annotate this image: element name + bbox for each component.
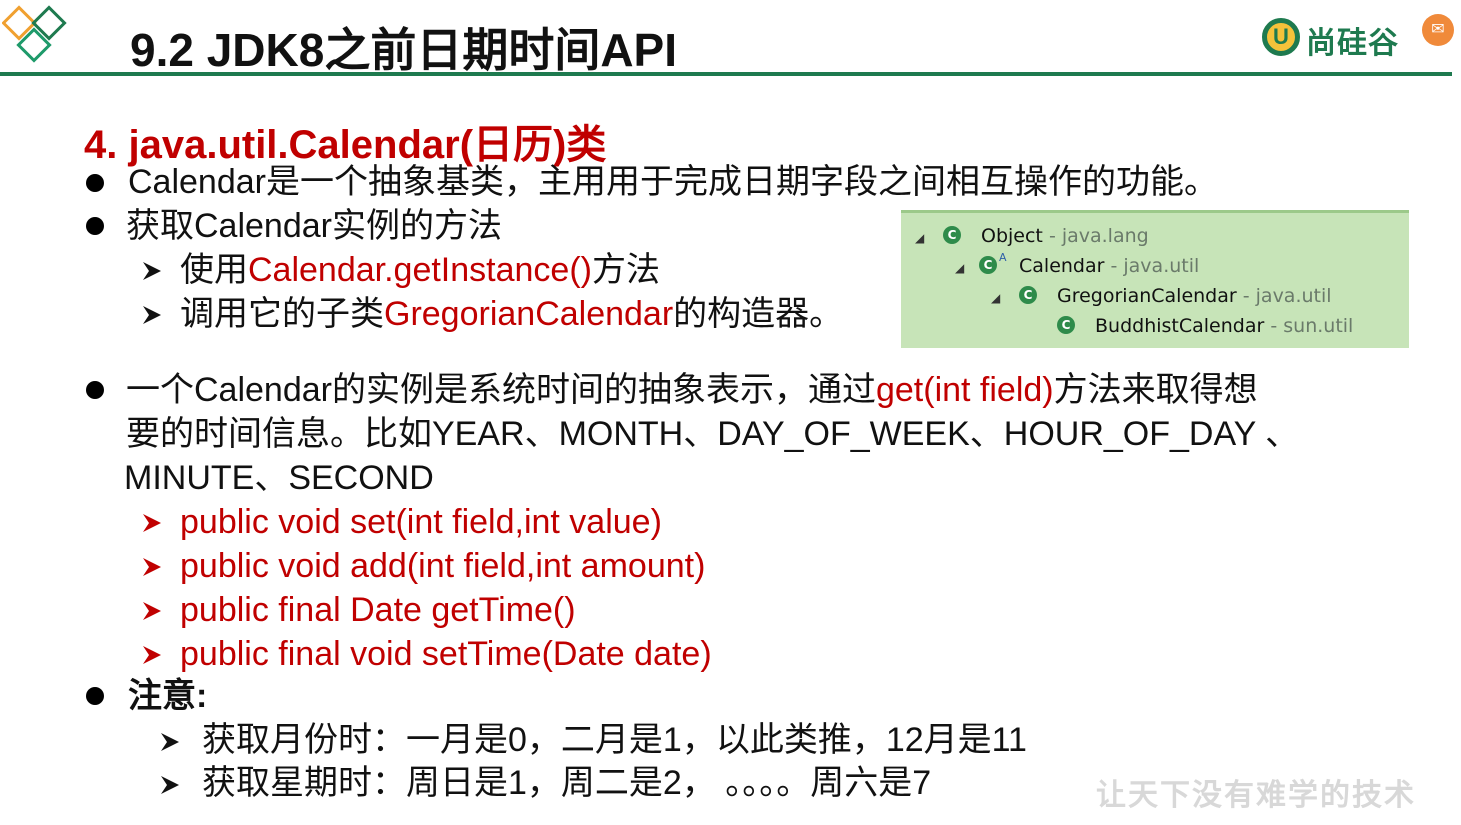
tree-row-gregorian: GregorianCalendar - java.util — [1057, 285, 1332, 307]
note-weekday: 获取星期时：周日是1，周二是2， 。。。。周六是7 — [202, 764, 932, 802]
diamonds-logo-icon — [2, 5, 67, 63]
arrow-bullet-icon — [143, 306, 161, 324]
expand-arrow-icon: ◢ — [915, 231, 925, 245]
instance-description-line3: MINUTE、SECOND — [124, 459, 434, 497]
brand-name: 尚硅谷 — [1306, 27, 1399, 60]
abstract-marker: A — [999, 251, 1007, 264]
page-title: 9.2 JDK8之前日期时间API — [130, 24, 678, 76]
note-month: 获取月份时：一月是0，二月是1，以此类推，12月是11 — [202, 721, 1027, 759]
header-divider — [0, 72, 1452, 76]
bullet-dot — [86, 217, 104, 235]
arrow-bullet-icon — [143, 558, 161, 576]
brand-u-icon: U — [1262, 18, 1300, 56]
instance-description-line2: 要的时间信息。比如YEAR、MONTH、DAY_OF_WEEK、HOUR_OF_… — [126, 415, 1300, 453]
arrow-bullet-icon — [143, 514, 161, 532]
slide-header: 9.2 JDK8之前日期时间API U 尚硅谷 ✉ — [0, 0, 1461, 78]
expand-arrow-icon: ◢ — [991, 291, 1001, 305]
class-icon: C — [1019, 286, 1037, 304]
sub-get-instance: 使用Calendar.getInstance()方法 — [180, 251, 660, 289]
class-hierarchy-panel: ◢ C Object - java.lang ◢ C A Calendar - … — [901, 210, 1409, 348]
arrow-bullet-icon — [143, 602, 161, 620]
arrow-bullet-icon — [161, 733, 179, 751]
sub-gregorian-constructor: 调用它的子类GregorianCalendar的构造器。 — [180, 295, 844, 333]
tree-row-buddhist: BuddhistCalendar - sun.util — [1095, 315, 1354, 337]
bullet-dot — [86, 381, 104, 399]
bullet-dot — [86, 687, 104, 705]
method-set-time: public final void setTime(Date date) — [180, 635, 712, 673]
arrow-bullet-icon — [143, 646, 161, 664]
class-icon: C — [943, 226, 961, 244]
tree-row-calendar: Calendar - java.util — [1019, 255, 1200, 277]
method-get-time: public final Date getTime() — [180, 591, 576, 629]
class-icon: C — [1057, 316, 1075, 334]
arrow-bullet-icon — [143, 262, 161, 280]
tree-row-object: Object - java.lang — [981, 225, 1149, 247]
abstract-class-icon: C — [979, 256, 997, 274]
slogan-watermark: 让天下没有难学的技术 — [1096, 779, 1416, 812]
method-set: public void set(int field,int value) — [180, 503, 662, 541]
arrow-bullet-icon — [161, 776, 179, 794]
chat-badge-icon: ✉ — [1422, 14, 1454, 46]
note-heading: 注意: — [128, 677, 208, 715]
bullet-get-instance: 获取Calendar实例的方法 — [126, 207, 502, 245]
instance-description-line1: 一个Calendar的实例是系统时间的抽象表示，通过get(int field)… — [126, 371, 1258, 409]
bullet-dot — [86, 174, 104, 192]
method-add: public void add(int field,int amount) — [180, 547, 706, 585]
expand-arrow-icon: ◢ — [955, 261, 965, 275]
bullet-calendar-abstract: Calendar是一个抽象基类，主用用于完成日期字段之间相互操作的功能。 — [128, 163, 1218, 201]
